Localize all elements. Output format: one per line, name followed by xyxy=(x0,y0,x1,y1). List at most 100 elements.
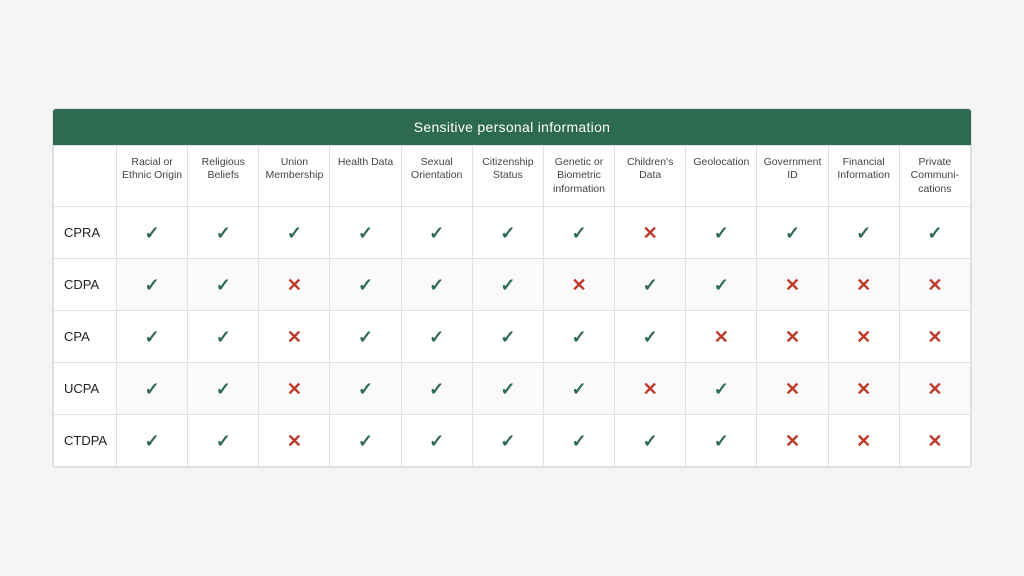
cross-icon: ✕ xyxy=(287,275,302,295)
check-icon: ✓ xyxy=(643,327,658,347)
cell-cpa-religious: ✓ xyxy=(188,311,259,363)
cell-cdpa-sexual: ✓ xyxy=(401,259,472,311)
cell-ctdpa-racial: ✓ xyxy=(117,415,188,467)
check-icon: ✓ xyxy=(358,275,373,295)
cross-icon: ✕ xyxy=(785,275,800,295)
check-icon: ✓ xyxy=(500,379,515,399)
check-icon: ✓ xyxy=(429,327,444,347)
check-icon: ✓ xyxy=(429,431,444,451)
cell-ucpa-racial: ✓ xyxy=(117,363,188,415)
check-icon: ✓ xyxy=(145,327,160,347)
col-header-union: Union Membership xyxy=(259,145,330,207)
table-row: UCPA✓✓✕✓✓✓✓✕✓✕✕✕ xyxy=(54,363,971,415)
cross-icon: ✕ xyxy=(927,327,942,347)
check-icon: ✓ xyxy=(856,223,871,243)
col-header-childrens: Children's Data xyxy=(615,145,686,207)
cell-cdpa-govid: ✕ xyxy=(757,259,828,311)
cell-cdpa-financial: ✕ xyxy=(828,259,899,311)
check-icon: ✓ xyxy=(927,223,942,243)
check-icon: ✓ xyxy=(216,379,231,399)
cell-cpra-financial: ✓ xyxy=(828,207,899,259)
cell-cdpa-union: ✕ xyxy=(259,259,330,311)
check-icon: ✓ xyxy=(216,223,231,243)
cross-icon: ✕ xyxy=(856,327,871,347)
check-icon: ✓ xyxy=(216,327,231,347)
cell-cpra-racial: ✓ xyxy=(117,207,188,259)
check-icon: ✓ xyxy=(429,275,444,295)
cross-icon: ✕ xyxy=(287,431,302,451)
cross-icon: ✕ xyxy=(287,327,302,347)
check-icon: ✓ xyxy=(500,275,515,295)
cross-icon: ✕ xyxy=(785,327,800,347)
table-row: CDPA✓✓✕✓✓✓✕✓✓✕✕✕ xyxy=(54,259,971,311)
col-header-genetic: Genetic or Biometric information xyxy=(543,145,614,207)
cell-cpra-citizenship: ✓ xyxy=(472,207,543,259)
cell-cdpa-citizenship: ✓ xyxy=(472,259,543,311)
cell-cdpa-health: ✓ xyxy=(330,259,401,311)
cell-cdpa-religious: ✓ xyxy=(188,259,259,311)
cell-ucpa-childrens: ✕ xyxy=(615,363,686,415)
main-container: Sensitive personal information Racial or… xyxy=(52,108,972,469)
cell-ucpa-religious: ✓ xyxy=(188,363,259,415)
cross-icon: ✕ xyxy=(643,223,658,243)
check-icon: ✓ xyxy=(643,275,658,295)
cell-cpa-govid: ✕ xyxy=(757,311,828,363)
cell-cpra-sexual: ✓ xyxy=(401,207,472,259)
cell-cpa-childrens: ✓ xyxy=(615,311,686,363)
check-icon: ✓ xyxy=(358,327,373,347)
cross-icon: ✕ xyxy=(785,431,800,451)
cell-ctdpa-govid: ✕ xyxy=(757,415,828,467)
check-icon: ✓ xyxy=(571,431,586,451)
cell-ucpa-health: ✓ xyxy=(330,363,401,415)
table-row: CPRA✓✓✓✓✓✓✓✕✓✓✓✓ xyxy=(54,207,971,259)
cell-cpa-sexual: ✓ xyxy=(401,311,472,363)
cell-cpa-union: ✕ xyxy=(259,311,330,363)
check-icon: ✓ xyxy=(358,223,373,243)
row-label-cpa: CPA xyxy=(54,311,117,363)
check-icon: ✓ xyxy=(216,275,231,295)
cell-cdpa-genetic: ✕ xyxy=(543,259,614,311)
cell-ucpa-genetic: ✓ xyxy=(543,363,614,415)
cross-icon: ✕ xyxy=(856,431,871,451)
cross-icon: ✕ xyxy=(643,379,658,399)
cell-ctdpa-childrens: ✓ xyxy=(615,415,686,467)
row-label-ucpa: UCPA xyxy=(54,363,117,415)
check-icon: ✓ xyxy=(500,327,515,347)
check-icon: ✓ xyxy=(571,379,586,399)
cell-ctdpa-financial: ✕ xyxy=(828,415,899,467)
cell-ctdpa-union: ✕ xyxy=(259,415,330,467)
check-icon: ✓ xyxy=(216,431,231,451)
col-header-govid: Government ID xyxy=(757,145,828,207)
cell-ucpa-geo: ✓ xyxy=(686,363,757,415)
cell-ctdpa-religious: ✓ xyxy=(188,415,259,467)
cross-icon: ✕ xyxy=(856,275,871,295)
col-header-private: Private Communi-cations xyxy=(899,145,970,207)
cell-cpa-financial: ✕ xyxy=(828,311,899,363)
cell-ucpa-union: ✕ xyxy=(259,363,330,415)
cross-icon: ✕ xyxy=(714,327,729,347)
cell-cpra-religious: ✓ xyxy=(188,207,259,259)
check-icon: ✓ xyxy=(785,223,800,243)
row-label-cdpa: CDPA xyxy=(54,259,117,311)
col-header-citizenship: Citizenship Status xyxy=(472,145,543,207)
cell-cpra-childrens: ✕ xyxy=(615,207,686,259)
cross-icon: ✕ xyxy=(785,379,800,399)
row-label-cpra: CPRA xyxy=(54,207,117,259)
check-icon: ✓ xyxy=(714,431,729,451)
check-icon: ✓ xyxy=(714,275,729,295)
cell-ctdpa-sexual: ✓ xyxy=(401,415,472,467)
check-icon: ✓ xyxy=(287,223,302,243)
check-icon: ✓ xyxy=(714,379,729,399)
check-icon: ✓ xyxy=(571,223,586,243)
cell-cpa-geo: ✕ xyxy=(686,311,757,363)
cross-icon: ✕ xyxy=(287,379,302,399)
check-icon: ✓ xyxy=(500,223,515,243)
cross-icon: ✕ xyxy=(927,431,942,451)
cross-icon: ✕ xyxy=(927,379,942,399)
cell-cpa-citizenship: ✓ xyxy=(472,311,543,363)
cell-ucpa-sexual: ✓ xyxy=(401,363,472,415)
cell-ctdpa-private: ✕ xyxy=(899,415,970,467)
cell-cpa-racial: ✓ xyxy=(117,311,188,363)
cell-cpra-genetic: ✓ xyxy=(543,207,614,259)
cell-cpra-health: ✓ xyxy=(330,207,401,259)
